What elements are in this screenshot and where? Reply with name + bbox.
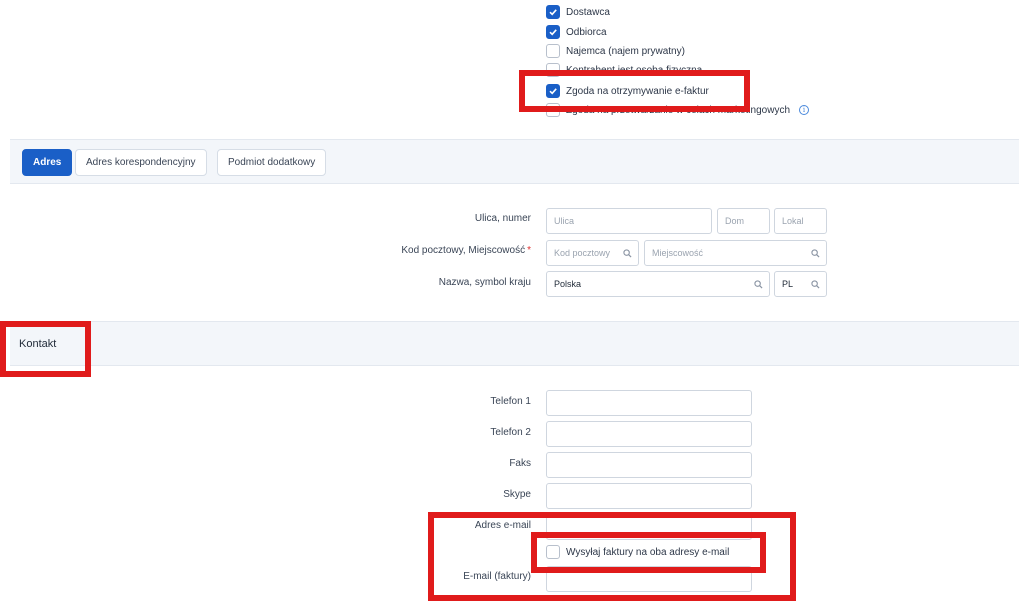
postal-placeholder: Kod pocztowy bbox=[554, 248, 611, 258]
address-tab-bar: Adres Adres korespondencyjny Podmiot dod… bbox=[10, 139, 1019, 184]
required-mark: * bbox=[527, 245, 531, 256]
checkbox-label: Wysyłaj faktury na oba adresy e-mail bbox=[566, 546, 730, 558]
search-icon[interactable] bbox=[811, 249, 820, 258]
checkbox-zgoda-marketing[interactable]: Zgoda na przetwarzanie w celach marketin… bbox=[546, 102, 809, 118]
email-label: Adres e-mail bbox=[474, 520, 531, 531]
section-title: Kontakt bbox=[19, 338, 57, 350]
street-placeholder: Ulica bbox=[554, 216, 575, 226]
checkbox-label: Zgoda na otrzymywanie e-faktur bbox=[566, 85, 709, 97]
checkbox-label: Kontrahent jest osobą fizyczną bbox=[566, 64, 703, 76]
checkbox-zgoda-e-faktury[interactable]: Zgoda na otrzymywanie e-faktur bbox=[546, 83, 709, 99]
phone1-input[interactable] bbox=[546, 390, 752, 416]
fax-label: Faks bbox=[509, 458, 531, 469]
checkbox-najemca[interactable]: Najemca (najem prywatny) bbox=[546, 43, 685, 59]
postal-code-input[interactable]: Kod pocztowy bbox=[546, 240, 639, 266]
checkbox-checked-icon[interactable] bbox=[546, 84, 560, 98]
tab-adres-korespondencyjny[interactable]: Adres korespondencyjny bbox=[75, 149, 207, 176]
contact-section-header: Kontakt bbox=[10, 321, 1019, 366]
invoice-email-input[interactable] bbox=[546, 566, 752, 592]
skype-input[interactable] bbox=[546, 483, 752, 509]
phone2-label: Telefon 2 bbox=[490, 427, 531, 438]
city-placeholder: Miejscowość bbox=[652, 248, 704, 258]
checkbox-send-both-emails[interactable]: Wysyłaj faktury na oba adresy e-mail bbox=[546, 544, 729, 560]
postal-city-label: Kod pocztowy, Miejscowość * bbox=[401, 245, 531, 256]
tab-adres[interactable]: Adres bbox=[22, 149, 73, 176]
checkbox-unchecked-icon[interactable] bbox=[546, 103, 560, 117]
flat-number-input[interactable]: Lokal bbox=[774, 208, 827, 234]
country-name-input[interactable]: Polska bbox=[546, 271, 770, 297]
checkbox-osoba-fizyczna[interactable]: Kontrahent jest osobą fizyczną bbox=[546, 62, 702, 78]
street-label: Ulica, numer bbox=[474, 213, 531, 224]
email-input[interactable] bbox=[546, 514, 752, 540]
info-icon[interactable]: i bbox=[799, 105, 809, 115]
flat-placeholder: Lokal bbox=[782, 216, 804, 226]
country-value: Polska bbox=[554, 279, 582, 289]
checkbox-label: Najemca (najem prywatny) bbox=[566, 45, 685, 57]
fax-input[interactable] bbox=[546, 452, 752, 478]
country-code-value: PL bbox=[782, 279, 794, 289]
skype-label: Skype bbox=[503, 489, 531, 500]
country-code-input[interactable]: PL bbox=[774, 271, 827, 297]
tab-podmiot-dodatkowy[interactable]: Podmiot dodatkowy bbox=[217, 149, 327, 176]
checkbox-checked-icon[interactable] bbox=[546, 25, 560, 39]
house-placeholder: Dom bbox=[725, 216, 745, 226]
checkbox-label: Odbiorca bbox=[566, 26, 607, 38]
checkbox-label: Zgoda na przetwarzanie w celach marketin… bbox=[566, 104, 790, 116]
search-icon[interactable] bbox=[754, 280, 763, 289]
checkbox-odbiorca[interactable]: Odbiorca bbox=[546, 24, 607, 40]
phone1-label: Telefon 1 bbox=[490, 396, 531, 407]
postal-city-label-text: Kod pocztowy, Miejscowość bbox=[401, 245, 526, 256]
checkbox-checked-icon[interactable] bbox=[546, 5, 560, 19]
house-number-input[interactable]: Dom bbox=[717, 208, 770, 234]
checkbox-label: Dostawca bbox=[566, 6, 610, 18]
checkbox-unchecked-icon[interactable] bbox=[546, 44, 560, 58]
checkbox-unchecked-icon[interactable] bbox=[546, 545, 560, 559]
city-input[interactable]: Miejscowość bbox=[644, 240, 827, 266]
checkbox-dostawca[interactable]: Dostawca bbox=[546, 4, 610, 20]
search-icon[interactable] bbox=[623, 249, 632, 258]
country-label: Nazwa, symbol kraju bbox=[438, 277, 531, 288]
street-input[interactable]: Ulica bbox=[546, 208, 712, 234]
checkbox-unchecked-icon[interactable] bbox=[546, 63, 560, 77]
invoice-email-label: E-mail (faktury) bbox=[463, 571, 531, 582]
search-icon[interactable] bbox=[811, 280, 820, 289]
phone2-input[interactable] bbox=[546, 421, 752, 447]
